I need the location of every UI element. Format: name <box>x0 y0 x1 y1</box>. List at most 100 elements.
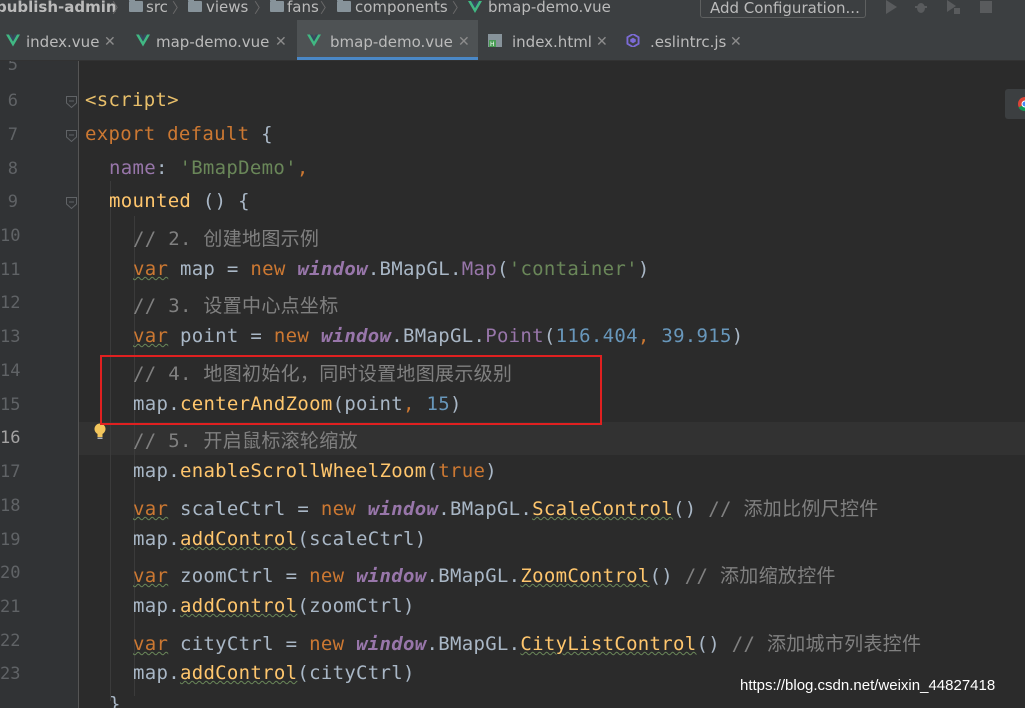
fold-icon[interactable] <box>66 96 77 108</box>
fold-icon[interactable] <box>66 197 77 209</box>
line-number: 8 <box>7 159 18 179</box>
code-token: new <box>320 498 357 520</box>
code-token: (zoomCtrl) <box>297 595 415 617</box>
code-token: Point <box>485 325 544 347</box>
vue-icon <box>307 34 321 47</box>
code-token: window <box>356 633 427 655</box>
tab-label: .eslintrc.js <box>650 33 727 51</box>
code-token: var <box>133 633 169 655</box>
code-token: var <box>133 565 169 587</box>
lightbulb-icon[interactable] <box>93 423 107 441</box>
code-line: var map = new window.BMapGL.Map('contain… <box>133 258 650 280</box>
code-token: ) <box>485 460 497 482</box>
editor-tab-bar: index.vue ✕ map-demo.vue ✕ bmap-demo.vue… <box>0 20 1025 61</box>
breadcrumb-separator: 〉 <box>254 1 268 17</box>
code-token: ScaleControl <box>532 498 674 520</box>
code-comment: // 3. 设置中心点坐标 <box>133 295 339 317</box>
code-token: map. <box>133 528 180 550</box>
code-token: () <box>696 633 732 655</box>
chrome-icon <box>1018 97 1025 112</box>
line-number: 9 <box>7 192 18 212</box>
run-icon[interactable] <box>884 0 898 14</box>
line-number: 6 <box>7 91 18 111</box>
code-token: zoomCtrl = <box>168 565 310 587</box>
code-token: var <box>133 325 169 347</box>
browser-preview-button[interactable] <box>1005 89 1025 119</box>
code-token: .BMapGL. <box>438 498 533 520</box>
indent-guide <box>110 181 111 701</box>
breadcrumb-project[interactable]: publish-admin <box>0 0 117 16</box>
code-token: .BMapGL. <box>426 633 521 655</box>
code-line: } <box>109 693 121 708</box>
line-number: 19 <box>0 530 21 550</box>
fold-icon[interactable] <box>66 130 77 142</box>
code-token: .BMapGL. <box>391 325 486 347</box>
code-line: // 3. 设置中心点坐标 <box>133 291 339 318</box>
breadcrumb-separator: 〉 <box>112 1 126 17</box>
breadcrumb-item-file[interactable]: bmap-demo.vue <box>488 0 611 16</box>
code-token: point = <box>168 325 274 347</box>
vue-icon <box>468 1 482 13</box>
coverage-icon[interactable] <box>946 0 960 14</box>
debug-icon[interactable] <box>914 0 928 14</box>
line-number: 14 <box>0 361 21 381</box>
code-token: window <box>367 498 439 520</box>
folder-icon <box>337 0 351 12</box>
breadcrumb-item-components[interactable]: components <box>355 0 448 16</box>
code-token: ) <box>731 325 744 347</box>
breadcrumb-item-fans[interactable]: fans <box>287 0 319 16</box>
code-token: ) <box>637 258 650 280</box>
tab-index-vue[interactable]: index.vue ✕ <box>0 20 128 60</box>
code-token: ( <box>543 325 556 347</box>
tab-label: index.vue <box>26 33 100 51</box>
line-number: 20 <box>0 563 21 583</box>
code-token: CityListControl <box>520 633 697 655</box>
add-configuration-button[interactable]: Add Configuration... <box>700 0 866 18</box>
close-icon[interactable]: ✕ <box>730 20 742 64</box>
code-token: mounted <box>109 190 192 212</box>
code-line: var point = new window.BMapGL.Point(116.… <box>133 325 744 347</box>
code-token: addControl <box>179 528 298 550</box>
line-number: 5 <box>7 61 18 75</box>
code-token: () <box>649 565 685 587</box>
breadcrumb-separator: 〉 <box>320 1 334 17</box>
html-icon: H <box>488 34 502 47</box>
code-token: map = <box>168 258 251 280</box>
code-comment: // 添加城市列表控件 <box>731 633 922 655</box>
code-token: enableScrollWheelZoom <box>179 460 427 482</box>
line-number: 10 <box>0 226 21 246</box>
code-token: cityCtrl = <box>168 633 310 655</box>
code-editor[interactable]: 5 6 7 8 9 10 11 12 13 14 15 16 17 18 19 … <box>0 61 1025 708</box>
close-icon[interactable]: ✕ <box>596 20 608 64</box>
line-number: 15 <box>0 395 21 415</box>
code-line: name: 'BmapDemo', <box>109 157 309 179</box>
folder-icon <box>270 0 284 12</box>
gutter-divider <box>78 61 79 708</box>
vue-icon <box>136 34 150 47</box>
code-token: : <box>155 157 180 179</box>
close-icon[interactable]: ✕ <box>104 20 116 64</box>
code-line: // 5. 开启鼠标滚轮缩放 <box>133 426 358 453</box>
stop-icon[interactable] <box>979 0 993 14</box>
code-comment: // 添加缩放控件 <box>684 565 836 587</box>
breadcrumb-item-src[interactable]: src <box>146 0 168 16</box>
indent-guide <box>134 216 135 696</box>
code-token: map. <box>133 595 180 617</box>
breadcrumb-item-views[interactable]: views <box>206 0 248 16</box>
line-number: 12 <box>0 293 21 313</box>
code-token: true <box>438 460 486 482</box>
tab-eslintrc-js[interactable]: .eslintrc.js ✕ <box>620 20 750 60</box>
code-token: { <box>249 123 273 145</box>
tab-map-demo-vue[interactable]: map-demo.vue ✕ <box>130 20 296 60</box>
code-token: .BMapGL. <box>426 565 521 587</box>
line-number: 18 <box>0 496 21 516</box>
close-icon[interactable]: ✕ <box>458 20 470 64</box>
tab-index-html[interactable]: H index.html ✕ <box>480 20 618 60</box>
line-number: 21 <box>0 597 21 617</box>
code-token: , <box>296 157 309 179</box>
close-icon[interactable]: ✕ <box>275 20 287 64</box>
line-number: 23 <box>0 664 21 684</box>
code-token: map. <box>133 662 180 684</box>
tab-bmap-demo-vue[interactable]: bmap-demo.vue ✕ <box>297 20 478 60</box>
code-token: export default <box>85 123 250 145</box>
